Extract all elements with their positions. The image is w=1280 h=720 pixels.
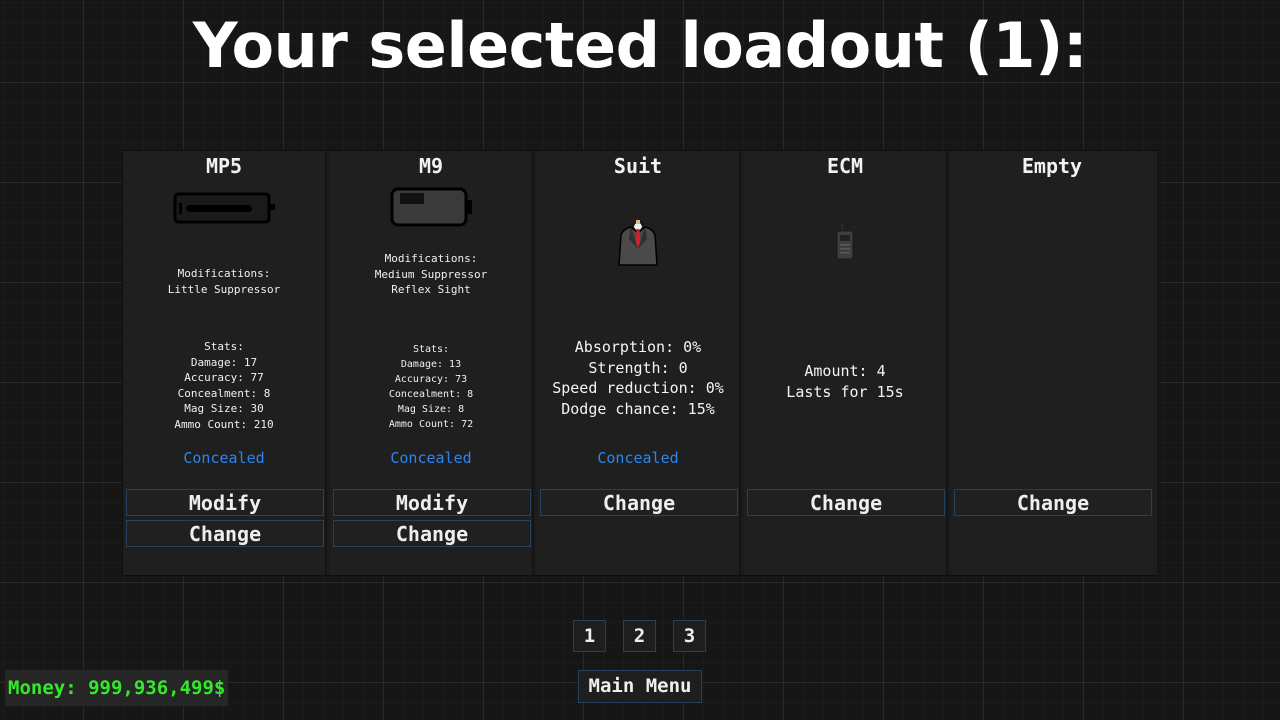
modification-item: Medium Suppressor: [374, 267, 488, 281]
stat-ammo-count: Ammo Count: 210: [174, 417, 274, 431]
stat-mag-size: Mag Size: 30: [184, 402, 264, 415]
slot-name: Empty: [1021, 154, 1083, 178]
modifications-list: Modifications: Medium Suppressor Reflex …: [330, 251, 532, 298]
loadout-page-1-button[interactable]: 1: [573, 620, 606, 652]
slot-name: ECM: [826, 154, 864, 178]
slot-name: M9: [418, 154, 444, 178]
concealed-status: Concealed: [390, 449, 472, 467]
smg-icon: [123, 189, 325, 229]
stat-concealment: Concealment: 8: [177, 386, 271, 400]
modification-item: Reflex Sight: [391, 283, 471, 296]
loadout-slot-primary: MP5 Modifications: Little Suppressor Sta…: [123, 151, 327, 575]
concealed-status: Concealed: [183, 449, 265, 467]
weapon-stats: Stats: Damage: 13 Accuracy: 73 Concealme…: [330, 342, 532, 432]
stats-heading: Stats:: [204, 340, 244, 353]
concealed-status: Concealed: [597, 449, 679, 467]
loadout-slot-empty: Empty Change: [951, 151, 1153, 575]
equipment-stats: Amount: 4 Lasts for 15s: [744, 361, 946, 402]
loadout-page-2-button[interactable]: 2: [623, 620, 656, 652]
stat-strength: Strength: 0: [588, 358, 688, 377]
modifications-heading: Modifications:: [384, 252, 478, 265]
modifications-heading: Modifications:: [177, 267, 271, 280]
armor-stats: Absorption: 0% Strength: 0 Speed reducti…: [537, 337, 739, 420]
modify-button[interactable]: Modify: [333, 489, 531, 516]
loadout-slot-armor: Suit Absorption: 0% Strength: 0 Speed re…: [537, 151, 741, 575]
main-menu-button[interactable]: Main Menu: [578, 670, 702, 703]
change-button[interactable]: Change: [126, 520, 324, 547]
stat-absorption: Absorption: 0%: [574, 338, 702, 356]
slot-name: MP5: [205, 154, 243, 178]
change-button[interactable]: Change: [954, 489, 1152, 516]
stat-damage: Damage: 17: [190, 355, 258, 369]
suit-icon: [537, 219, 739, 267]
loadout-slot-secondary: M9 Modifications: Medium Suppressor Refl…: [330, 151, 534, 575]
modification-item: Little Suppressor: [167, 282, 281, 296]
loadout-panel: MP5 Modifications: Little Suppressor Sta…: [122, 150, 1159, 576]
stat-amount: Amount: 4: [804, 362, 886, 380]
weapon-stats: Stats: Damage: 17 Accuracy: 77 Concealme…: [123, 339, 325, 432]
stat-ammo-count: Ammo Count: 72: [388, 419, 474, 430]
loadout-slot-equipment: ECM Amount: 4 Lasts for 15s Change: [744, 151, 948, 575]
change-button[interactable]: Change: [333, 520, 531, 547]
stat-mag-size: Mag Size: 8: [397, 404, 465, 415]
loadout-page-3-button[interactable]: 3: [673, 620, 706, 652]
stat-damage: Damage: 13: [400, 359, 462, 370]
modifications-list: Modifications: Little Suppressor: [123, 266, 325, 297]
pistol-icon: [330, 185, 532, 229]
stat-speed-reduction: Speed reduction: 0%: [552, 379, 724, 398]
stat-accuracy: Accuracy: 77: [184, 371, 264, 384]
ecm-device-icon: [744, 221, 946, 261]
stat-accuracy: Accuracy: 73: [394, 374, 468, 385]
stat-concealment: Concealment: 8: [388, 389, 474, 400]
change-button[interactable]: Change: [540, 489, 738, 516]
money-display: Money: 999,936,499$: [5, 670, 229, 706]
page-title: Your selected loadout (1):: [192, 9, 1088, 82]
change-button[interactable]: Change: [747, 489, 945, 516]
stat-duration: Lasts for 15s: [786, 382, 904, 401]
modify-button[interactable]: Modify: [126, 489, 324, 516]
stats-heading: Stats:: [412, 344, 450, 355]
stat-dodge-chance: Dodge chance: 15%: [561, 400, 715, 419]
slot-name: Suit: [613, 154, 663, 178]
